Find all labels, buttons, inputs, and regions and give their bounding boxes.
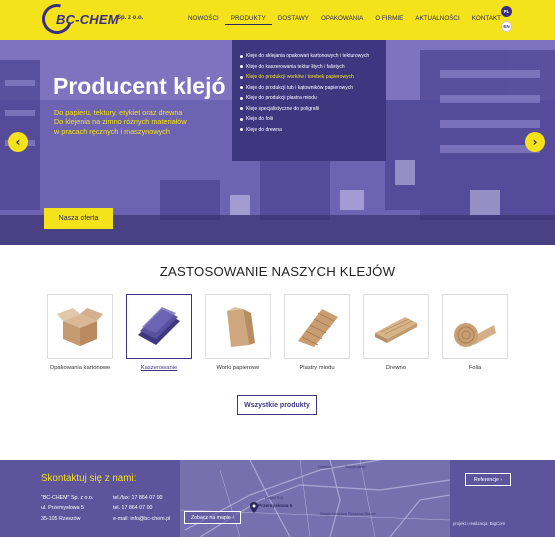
nav-aktualnosci[interactable]: AKTUALNOŚCI xyxy=(409,15,465,25)
map-label: Rajpol S.A. xyxy=(265,496,284,500)
bullet-icon xyxy=(240,128,243,132)
bullet-icon xyxy=(240,117,243,121)
nav-produkty[interactable]: PRODUKTY xyxy=(224,15,272,25)
hero-subtitle-line: Do papieru, tektury, etykiet oraz drewna xyxy=(54,108,183,117)
phone: tel. 17 864 07 00 xyxy=(113,505,153,512)
map-pin-icon[interactable] xyxy=(250,502,258,513)
nav-o-firmie[interactable]: O FIRMIE xyxy=(369,15,409,25)
dropdown-item[interactable]: Kleje specjalistyczne do poligrafii xyxy=(240,104,386,115)
dropdown-item[interactable]: Kleje do produkcji tub i kątowników papi… xyxy=(240,83,386,94)
nav-dostawy[interactable]: DOSTAWY xyxy=(272,15,315,25)
dropdown-item-label: Kleje do sklejania opakowań kartonowych … xyxy=(246,53,370,60)
view-map-button[interactable]: Zobacz na mapie › xyxy=(184,511,241,524)
paper-bag-icon xyxy=(227,306,255,347)
bullet-icon xyxy=(240,107,243,111)
address-line: ul. Przemysłowa 5 xyxy=(41,505,84,512)
site-header: BC-CHEM Sp. z o.o. NOWOŚCI PRODUKTY DOST… xyxy=(0,0,555,40)
references-button[interactable]: Referencje › xyxy=(465,473,511,486)
dropdown-item-label: Kleje do produkcji tub i kątowników papi… xyxy=(246,84,354,91)
chevron-right-icon: › xyxy=(232,514,234,521)
hero-title: Producent klejó xyxy=(53,73,226,99)
phone-block: tel./fax: 17 864 07 00 tel. 17 864 07 00… xyxy=(113,493,170,524)
our-offer-button[interactable]: Nasza oferta xyxy=(44,208,113,229)
product-label: Drewno xyxy=(386,365,406,371)
laminated-sheets-icon xyxy=(138,306,180,345)
product-card-opakowania[interactable]: Opakowania kartonowe xyxy=(47,294,113,371)
dropdown-item-label: Kleje specjalistyczne do poligrafii xyxy=(246,105,320,112)
wood-plank-icon xyxy=(375,316,417,343)
bullet-icon xyxy=(240,75,243,79)
product-label: Folia xyxy=(468,365,482,371)
product-card-kaszerowanie[interactable]: Kaszerowanie xyxy=(126,294,192,371)
product-tile[interactable] xyxy=(284,294,350,359)
box-icon xyxy=(57,307,103,346)
hero-subtitle-line: w pracach ręcznych i maszynowych xyxy=(54,126,170,136)
dropdown-item[interactable]: Kleje do folii xyxy=(240,114,386,125)
product-tile[interactable] xyxy=(205,294,271,359)
dropdown-item[interactable]: Kleje do sklejania opakowań kartonowych … xyxy=(240,51,386,62)
address-line: 35-105 Rzeszów xyxy=(41,515,81,522)
main-nav: NOWOŚCI PRODUKTY DOSTAWY OPAKOWANIA O FI… xyxy=(182,15,507,25)
product-label: Worki papierowe xyxy=(216,365,260,371)
contact-title: Skontaktuj się z nami: xyxy=(41,473,137,484)
references-label: Referencje xyxy=(473,476,499,483)
dropdown-item[interactable]: Kleje do kaszerowania tektur litych i fa… xyxy=(240,62,386,73)
credit-text[interactable]: projekt i realizacja: BigCom xyxy=(453,521,505,526)
hero-subtitle: Do papieru, tektury, etykiet oraz drewna… xyxy=(54,108,234,136)
products-dropdown-menu: Kleje do sklejania opakowań kartonowych … xyxy=(232,40,386,161)
dropdown-item[interactable]: Kleje do produkcji plastra miodu xyxy=(240,93,386,104)
all-products-button[interactable]: Wszystkie produkty xyxy=(237,395,317,415)
product-tile[interactable] xyxy=(363,294,429,359)
address-line: "BC-CHEM" Sp. z o.o. xyxy=(41,495,94,501)
map-label: Stacja Kolejowa Rzeszów Staroń xyxy=(320,512,376,516)
logo-suffix: Sp. z o.o. xyxy=(117,15,144,21)
chevron-right-icon: › xyxy=(500,476,503,483)
address-block: "BC-CHEM" Sp. z o.o. ul. Przemysłowa 5 3… xyxy=(41,493,93,524)
map-label: Drzelów xyxy=(318,465,332,469)
lang-pl-button[interactable]: PL xyxy=(501,6,512,17)
phone-fax: tel./fax: 17 864 07 00 xyxy=(113,495,163,501)
bullet-icon xyxy=(240,96,243,100)
logo-name: BC-CHEM xyxy=(56,12,119,27)
product-label: Plastry miodu xyxy=(299,365,335,371)
view-map-label: Zobacz na mapie xyxy=(191,514,231,521)
product-categories: Opakowania kartonowe Kaszerowanie Worki … xyxy=(47,294,508,384)
bullet-icon xyxy=(240,54,243,58)
site-footer: Skontaktuj się z nami: "BC-CHEM" Sp. z o… xyxy=(0,460,555,537)
slider-next-button[interactable]: › xyxy=(525,132,545,152)
bullet-icon xyxy=(240,86,243,90)
honeycomb-icon xyxy=(298,308,338,347)
product-label: Kaszerowanie xyxy=(140,365,178,371)
product-label: Opakowania kartonowe xyxy=(49,365,111,371)
bullet-icon xyxy=(240,65,243,69)
product-card-plastry-miodu[interactable]: Plastry miodu xyxy=(284,294,350,371)
nav-nowosci[interactable]: NOWOŚCI xyxy=(182,15,225,25)
hero-subtitle-line: Do klejenia na zimno różnych materiałów xyxy=(54,117,187,127)
logo[interactable]: BC-CHEM Sp. z o.o. xyxy=(36,0,152,40)
dropdown-item-label: Kleje do folii xyxy=(246,116,273,123)
slider-prev-button[interactable]: ‹ xyxy=(8,132,28,152)
email-link[interactable]: e-mail: info@bc-chem.pl xyxy=(113,514,170,524)
chevron-left-icon: ‹ xyxy=(15,135,21,149)
dropdown-item[interactable]: Kleje do drewna xyxy=(240,125,386,136)
foil-roll-icon xyxy=(454,322,496,347)
product-card-folia[interactable]: Folia xyxy=(442,294,508,371)
product-tile[interactable] xyxy=(126,294,192,359)
dropdown-item-active[interactable]: Kleje do produkcji worków i torebek papi… xyxy=(240,72,386,83)
product-tile[interactable] xyxy=(47,294,113,359)
product-card-drewno[interactable]: Drewno xyxy=(363,294,429,371)
dropdown-item-label: Kleje do produkcji plastra miodu xyxy=(246,95,317,102)
map-pin-label: Przemysłowa 5 xyxy=(258,504,293,509)
dropdown-item-label: Kleje do kaszerowania tektur litych i fa… xyxy=(246,63,345,70)
nav-opakowania[interactable]: OPAKOWANIA xyxy=(315,15,369,25)
dropdown-item-label: Kleje do produkcji worków i torebek papi… xyxy=(246,74,354,81)
section-title: ZASTOSOWANIE NASZYCH KLEJÓW xyxy=(159,264,396,279)
chevron-right-icon: › xyxy=(532,135,538,149)
map-label: Stacja paliw xyxy=(345,465,366,469)
lang-en-button[interactable]: EN xyxy=(501,21,512,32)
product-card-worki[interactable]: Worki papierowe xyxy=(205,294,271,371)
dropdown-item-label: Kleje do drewna xyxy=(246,126,282,133)
product-tile[interactable] xyxy=(442,294,508,359)
